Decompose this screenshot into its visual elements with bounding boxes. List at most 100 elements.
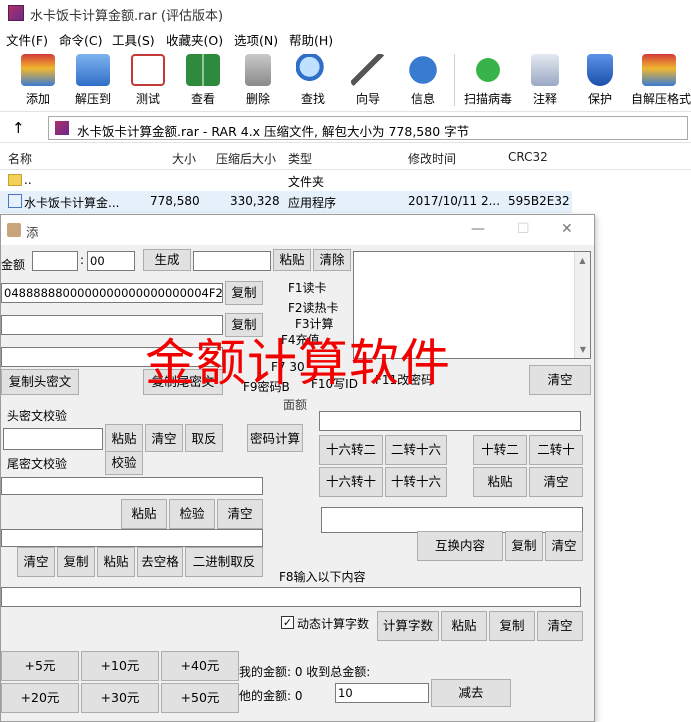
column-type[interactable]: 类型 <box>288 150 312 167</box>
table-row[interactable]: .. 文件夹 <box>0 170 572 192</box>
swap-copy-button[interactable]: 复制 <box>505 531 543 561</box>
tail-paste-button[interactable]: 粘贴 <box>121 499 167 529</box>
swap-content-button[interactable]: 互换内容 <box>417 531 503 561</box>
decimal-to-binary-button[interactable]: 十转二 <box>473 435 527 465</box>
up-arrow-icon[interactable]: ↑ <box>12 119 25 137</box>
bottom-left-input[interactable] <box>1 529 263 547</box>
plus-30-button[interactable]: +30元 <box>81 683 159 713</box>
trim-spaces-button[interactable]: 去空格 <box>137 547 183 577</box>
conversion-paste-button[interactable]: 粘贴 <box>473 467 527 497</box>
plus-50-button[interactable]: +50元 <box>161 683 239 713</box>
amount-input[interactable] <box>32 251 78 271</box>
header-paste-button[interactable]: 粘贴 <box>105 424 143 452</box>
address-box[interactable]: 水卡饭卡计算金额.rar - RAR 4.x 压缩文件, 解包大小为 778,5… <box>48 116 688 140</box>
subtract-value-input[interactable]: 10 <box>335 683 429 703</box>
plus-5-button[interactable]: +5元 <box>1 651 79 681</box>
application-icon <box>8 194 22 208</box>
toolbar-sfx-button[interactable]: 自解压格式 <box>631 54 691 107</box>
binary-to-hex-button[interactable]: 二转十六 <box>385 435 447 465</box>
tail-check-button[interactable]: 检验 <box>169 499 215 529</box>
toolbar-delete-button[interactable]: 删除 <box>230 54 286 107</box>
row-clear-button[interactable]: 清空 <box>17 547 55 577</box>
menu-file[interactable]: 文件(F) <box>6 30 48 49</box>
calculator-app-icon <box>7 223 21 237</box>
copy-header-cipher-button[interactable]: 复制头密文 <box>1 369 79 395</box>
toolbar-add-button[interactable]: 添加 <box>10 54 66 107</box>
bottom-copy-button[interactable]: 复制 <box>489 611 535 641</box>
folder-icon <box>8 174 22 186</box>
toolbar-protect-button[interactable]: 保护 <box>572 54 628 107</box>
decimal-to-hex-button[interactable]: 十转十六 <box>385 467 447 497</box>
conversion-clear-button[interactable]: 清空 <box>529 467 583 497</box>
virus-bug-icon <box>471 54 505 86</box>
column-modified[interactable]: 修改时间 <box>408 150 456 167</box>
toolbar-virus-scan-button[interactable]: 扫描病毒 <box>460 54 516 107</box>
count-chars-button[interactable]: 计算字数 <box>377 611 439 641</box>
scrollbar[interactable]: ▲ ▼ <box>574 252 590 358</box>
generate-button[interactable]: 生成 <box>143 249 191 271</box>
toolbar-wizard-button[interactable]: 向导 <box>340 54 396 107</box>
copy-hex-button[interactable]: 复制 <box>225 281 263 305</box>
swap-input[interactable] <box>321 507 583 533</box>
minimize-icon[interactable]: — <box>471 221 485 237</box>
bottom-clear-button[interactable]: 清空 <box>537 611 583 641</box>
column-packed[interactable]: 压缩后大小 <box>216 150 276 167</box>
toolbar-find-button[interactable]: 查找 <box>285 54 341 107</box>
header-invert-button[interactable]: 取反 <box>185 424 223 452</box>
binary-to-decimal-button[interactable]: 二转十 <box>529 435 583 465</box>
clear-right-button[interactable]: 清空 <box>529 365 591 395</box>
maximize-icon[interactable]: ☐ <box>517 221 530 237</box>
menu-help[interactable]: 帮助(H) <box>289 30 333 49</box>
menu-options[interactable]: 选项(N) <box>234 30 278 49</box>
generate-output[interactable] <box>193 251 271 271</box>
denomination-label: 面额 <box>283 398 308 412</box>
header-check-input[interactable] <box>3 428 103 450</box>
password-calc-button[interactable]: 密码计算 <box>247 424 303 452</box>
test-clipboard-icon <box>131 54 165 86</box>
row-copy-button[interactable]: 复制 <box>57 547 95 577</box>
swap-clear-button[interactable]: 清空 <box>545 531 583 561</box>
hex-to-decimal-button[interactable]: 十六转十 <box>319 467 383 497</box>
address-bar: ↑ 水卡饭卡计算金额.rar - RAR 4.x 压缩文件, 解包大小为 778… <box>0 113 691 143</box>
f8-input[interactable] <box>1 587 581 607</box>
shield-icon <box>587 54 613 86</box>
subtract-button[interactable]: 减去 <box>431 679 511 707</box>
hex-input[interactable]: 0488888800000000000000000004F2E <box>1 283 223 303</box>
toolbar-info-button[interactable]: 信息 <box>395 54 451 107</box>
column-size[interactable]: 大小 <box>172 150 196 167</box>
tail-check-input[interactable] <box>1 477 263 495</box>
row-paste-button[interactable]: 粘贴 <box>97 547 135 577</box>
tail-clear-button[interactable]: 清空 <box>217 499 263 529</box>
header-check-label: 头密文校验 <box>7 409 68 423</box>
toolbar-separator <box>454 54 455 106</box>
rar-file-icon <box>55 121 69 135</box>
menu-tools[interactable]: 工具(S) <box>112 30 155 49</box>
close-icon[interactable]: ✕ <box>561 221 573 237</box>
binary-invert-button[interactable]: 二进制取反 <box>185 547 263 577</box>
bottom-paste-button[interactable]: 粘贴 <box>441 611 487 641</box>
wizard-wand-icon <box>351 54 385 86</box>
winrar-title: 水卡饭卡计算金额.rar (评估版本) <box>30 9 224 24</box>
clear-button[interactable]: 清除 <box>313 249 351 271</box>
paste-button[interactable]: 粘贴 <box>273 249 311 271</box>
verify-button[interactable]: 校验 <box>105 451 143 475</box>
hex-to-binary-button[interactable]: 十六转二 <box>319 435 383 465</box>
conversion-input[interactable] <box>319 411 581 431</box>
plus-40-button[interactable]: +40元 <box>161 651 239 681</box>
toolbar-comment-button[interactable]: 注释 <box>517 54 573 107</box>
toolbar-extract-button[interactable]: 解压到 <box>65 54 121 107</box>
cents-input[interactable]: 00 <box>87 251 135 271</box>
plus-10-button[interactable]: +10元 <box>81 651 159 681</box>
menu-favorites[interactable]: 收藏夹(O) <box>166 30 223 49</box>
table-row[interactable]: 水卡饭卡计算金... 778,580 330,328 应用程序 2017/10/… <box>0 191 572 213</box>
column-crc[interactable]: CRC32 <box>508 150 548 164</box>
extract-folder-icon <box>76 54 110 86</box>
dynamic-count-checkbox[interactable]: ✓ <box>281 616 294 629</box>
winrar-app-icon <box>8 5 24 21</box>
column-name[interactable]: 名称 <box>8 150 32 167</box>
toolbar-test-button[interactable]: 测试 <box>120 54 176 107</box>
header-clear-button[interactable]: 清空 <box>145 424 183 452</box>
plus-20-button[interactable]: +20元 <box>1 683 79 713</box>
menu-commands[interactable]: 命令(C) <box>59 30 102 49</box>
toolbar-view-button[interactable]: 查看 <box>175 54 231 107</box>
